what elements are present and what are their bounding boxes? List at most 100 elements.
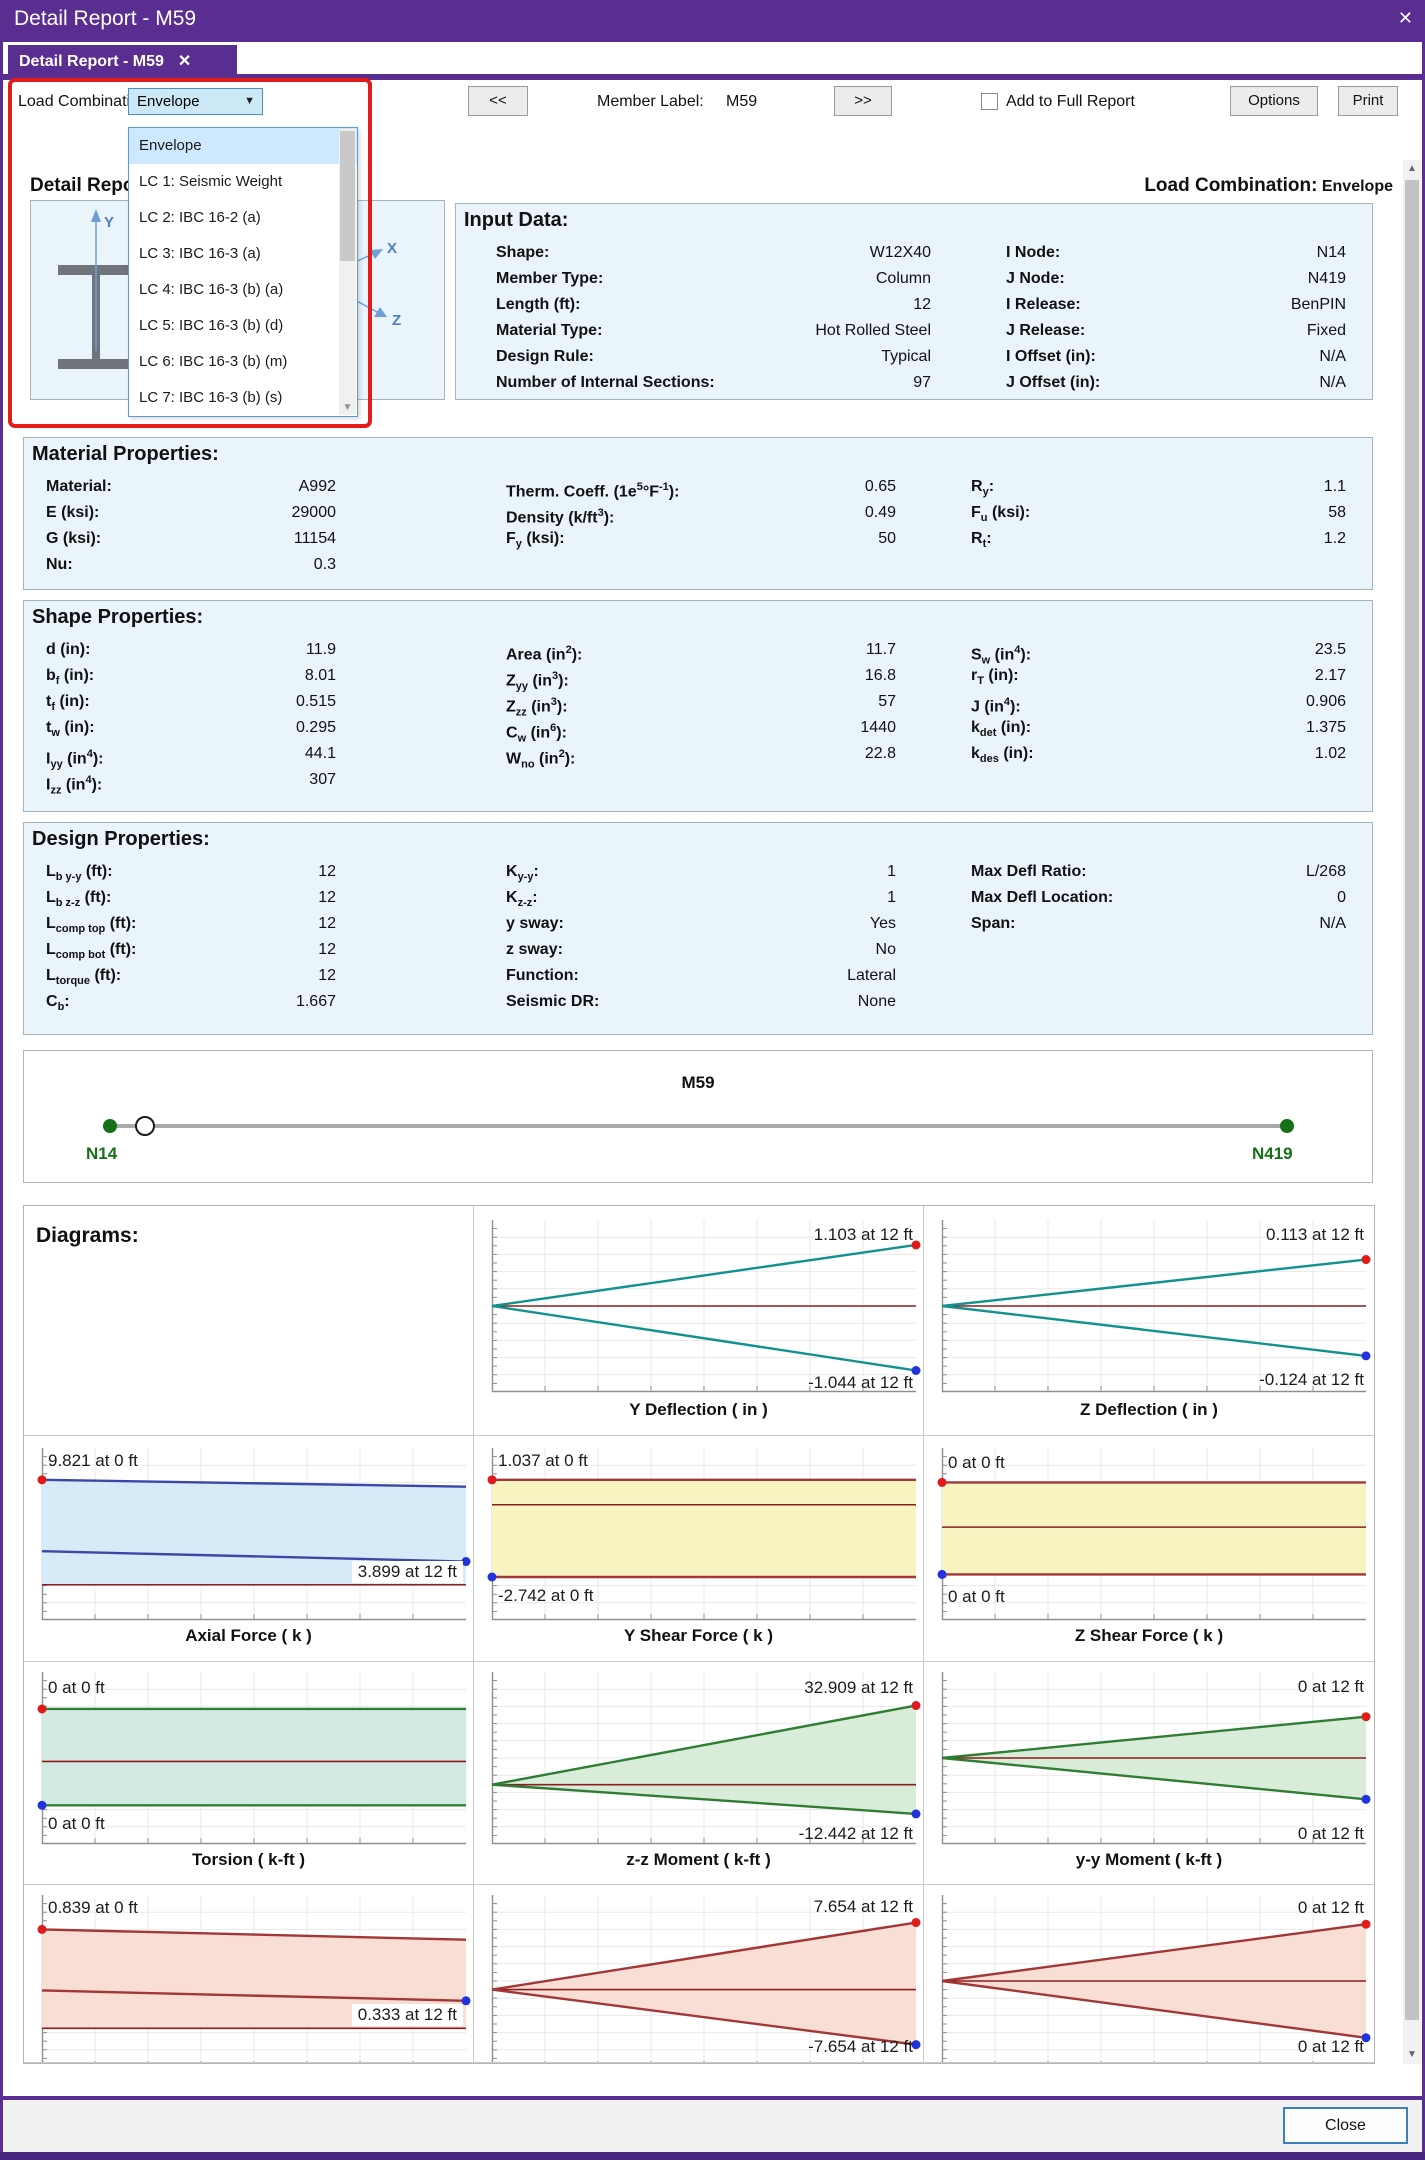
window-border-left — [0, 42, 3, 2160]
property-row: Zzz (in3):57 — [506, 689, 896, 715]
property-value: Lateral — [847, 963, 896, 989]
dropdown-scroll-down-icon[interactable]: ▼ — [339, 402, 356, 413]
property-value: 8.01 — [305, 663, 336, 689]
chart-cell-zz-moment: 32.909 at 12 ft-12.442 at 12 ftz-z Momen… — [474, 1662, 924, 1885]
diagrams-heading-cell: Diagrams: — [24, 1206, 474, 1436]
load-combination-dropdown-list[interactable]: EnvelopeLC 1: Seismic WeightLC 2: IBC 16… — [128, 127, 358, 417]
design-properties-panel: Design Properties: Lb y-y (ft):12Lb z-z … — [23, 822, 1373, 1035]
shape-col3: Sw (in4):23.5rT (in):2.17J (in4):0.906kd… — [971, 637, 1346, 767]
dropdown-item-4[interactable]: LC 4: IBC 16-3 (b) (a) — [129, 272, 357, 308]
property-label: I Release: — [1006, 292, 1081, 318]
bottom-strip — [3, 2100, 1422, 2152]
property-label: Fu (ksi): — [971, 500, 1030, 526]
material-properties-panel: Material Properties: Material:A992E (ksi… — [23, 437, 1373, 590]
chart-value-label: 9.821 at 0 ft — [48, 1451, 138, 1471]
property-label: tw (in): — [46, 715, 95, 741]
property-row: G (ksi):11154 — [46, 526, 336, 552]
design-col3: Max Defl Ratio:L/268Max Defl Location:0S… — [971, 859, 1346, 937]
detail-report-window: Detail Report - M59 ✕ Detail Report - M5… — [0, 0, 1425, 2160]
j-node-label: N419 — [1252, 1144, 1293, 1164]
tab-underline — [0, 74, 1425, 80]
property-row: Number of Internal Sections:97 — [496, 370, 931, 396]
material-col3: Ry:1.1Fu (ksi):58Rt:1.2 — [971, 474, 1346, 552]
property-value: 0.3 — [314, 552, 336, 578]
scroll-down-icon[interactable]: ▼ — [1403, 2046, 1421, 2064]
window-close-icon[interactable]: ✕ — [1398, 8, 1413, 29]
dropdown-item-0[interactable]: Envelope — [129, 128, 357, 164]
next-member-button[interactable]: >> — [834, 86, 892, 116]
vertical-scrollbar[interactable]: ▲ ▼ — [1403, 160, 1421, 2064]
chart-title-zz-moment: z-z Moment ( k-ft ) — [474, 1850, 923, 1870]
chart-value-label: 0 at 0 ft — [48, 1678, 105, 1698]
dropdown-item-2[interactable]: LC 2: IBC 16-2 (a) — [129, 200, 357, 236]
property-label: Ltorque (ft): — [46, 963, 121, 989]
property-row: z sway:No — [506, 937, 896, 963]
prev-member-button[interactable]: << — [468, 86, 528, 116]
dropdown-item-7[interactable]: LC 7: IBC 16-3 (b) (s) — [129, 380, 357, 416]
z-axis-label: Z — [392, 312, 401, 329]
dropdown-item-6[interactable]: LC 6: IBC 16-3 (b) (m) — [129, 344, 357, 380]
property-value: 1440 — [860, 715, 896, 741]
member-label-caption: Member Label: — [597, 93, 704, 111]
chart-cell-z-deflection: 0.113 at 12 ft-0.124 at 12 ftZ Deflectio… — [924, 1206, 1374, 1436]
property-label: Material: — [46, 474, 112, 500]
y-axis-label: Y — [104, 214, 114, 231]
property-label: z sway: — [506, 937, 563, 963]
options-button[interactable]: Options — [1230, 86, 1318, 116]
tab-label: Detail Report - M59 — [19, 53, 164, 70]
property-row: Material Type:Hot Rolled Steel — [496, 318, 931, 344]
property-row: Rt:1.2 — [971, 526, 1346, 552]
property-row: Density (k/ft3):0.49 — [506, 500, 896, 526]
member-label-value: M59 — [726, 93, 757, 111]
chart-title-y-shear-force: Y Shear Force ( k ) — [474, 1626, 923, 1646]
property-label: Sw (in4): — [971, 637, 1031, 663]
property-label: kdes (in): — [971, 741, 1034, 767]
tab-close-icon[interactable]: ✕ — [178, 53, 191, 70]
dropdown-scrollbar[interactable]: ▼ — [339, 129, 356, 415]
property-value: 58 — [1328, 500, 1346, 526]
dropdown-item-3[interactable]: LC 3: IBC 16-3 (a) — [129, 236, 357, 272]
chart-cell-axial-force: 9.821 at 0 ft3.899 at 12 ftAxial Force (… — [24, 1436, 474, 1662]
scroll-up-icon[interactable]: ▲ — [1403, 160, 1421, 178]
dropdown-item-1[interactable]: LC 1: Seismic Weight — [129, 164, 357, 200]
property-row: kdet (in):1.375 — [971, 715, 1346, 741]
chart-value-label: 0 at 12 ft — [1298, 1824, 1364, 1844]
dropdown-scrollbar-thumb[interactable] — [340, 131, 355, 261]
property-row: d (in):11.9 — [46, 637, 336, 663]
property-label: Cw (in6): — [506, 715, 567, 741]
property-row: Shape:W12X40 — [496, 240, 931, 266]
print-button[interactable]: Print — [1338, 86, 1398, 116]
chart-value-label: 7.654 at 12 ft — [814, 1897, 913, 1917]
property-label: Span: — [971, 911, 1015, 937]
chart-cell-torsion: 0 at 0 ft0 at 0 ftTorsion ( k-ft ) — [24, 1662, 474, 1885]
chevron-down-icon: ▼ — [244, 89, 255, 114]
add-to-full-report-checkbox[interactable] — [981, 93, 998, 110]
dropdown-item-5[interactable]: LC 5: IBC 16-3 (b) (d) — [129, 308, 357, 344]
chart-value-label: -2.742 at 0 ft — [498, 1586, 593, 1606]
chart-title-z-deflection: Z Deflection ( in ) — [924, 1400, 1374, 1420]
property-label: Design Rule: — [496, 344, 594, 370]
property-row: bf (in):8.01 — [46, 663, 336, 689]
property-value: 97 — [913, 370, 931, 396]
property-value: 1.02 — [1315, 741, 1346, 767]
close-button[interactable]: Close — [1283, 2107, 1408, 2144]
property-value: 0.295 — [296, 715, 336, 741]
property-label: Lcomp top (ft): — [46, 911, 136, 937]
j-node-dot — [1280, 1119, 1294, 1133]
property-row: Lb y-y (ft):12 — [46, 859, 336, 885]
diagrams-grid: Diagrams: 1.103 at 12 ft-1.044 at 12 ftY… — [23, 1205, 1375, 2064]
property-row: Length (ft):12 — [496, 292, 931, 318]
property-label: Izz (in4): — [46, 767, 102, 793]
property-row: kdes (in): 1.02 — [971, 741, 1346, 767]
load-combination-combobox[interactable]: Envelope ▼ — [128, 88, 263, 115]
property-value: 11154 — [294, 526, 336, 552]
property-label: J Offset (in): — [1006, 370, 1100, 396]
diagrams-heading: Diagrams: — [36, 1224, 139, 1248]
property-value: 2.17 — [1315, 663, 1346, 689]
property-value: 23.5 — [1315, 637, 1346, 663]
scrollbar-thumb[interactable] — [1405, 180, 1419, 2020]
property-value: N419 — [1308, 266, 1346, 292]
property-label: J Node: — [1006, 266, 1065, 292]
property-label: Fy (ksi): — [506, 526, 565, 552]
property-value: 11.9 — [306, 637, 336, 663]
